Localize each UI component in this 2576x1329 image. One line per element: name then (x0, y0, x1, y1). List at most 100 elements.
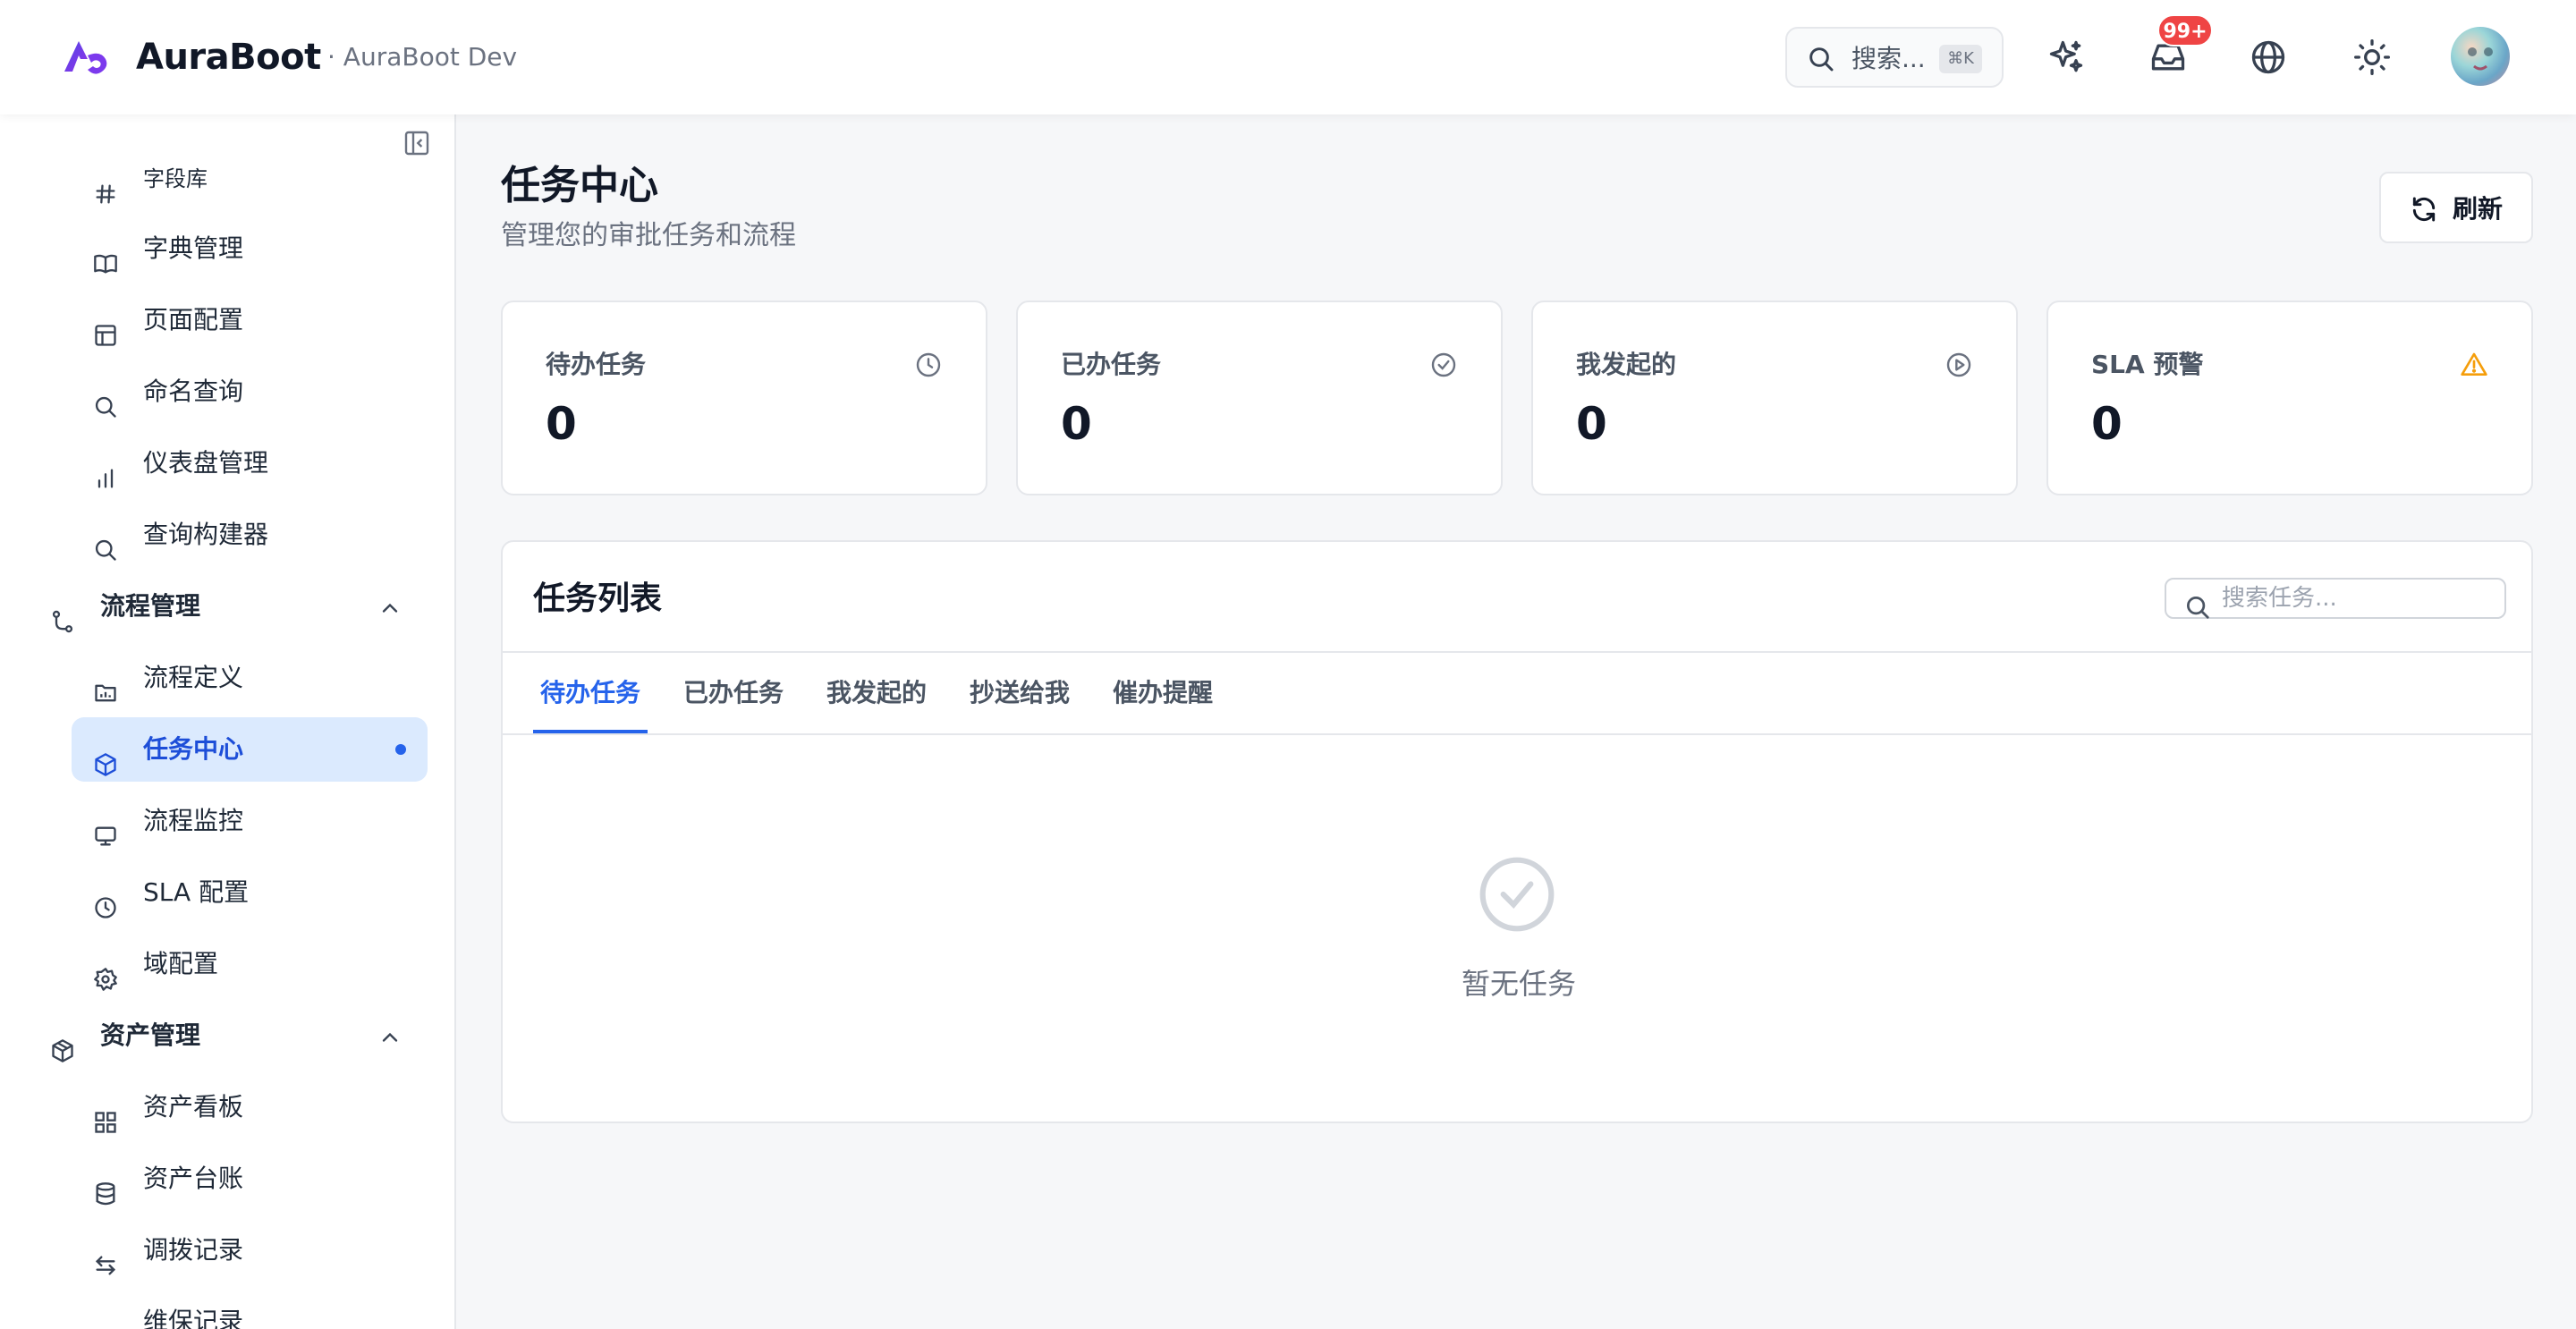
package-icon (50, 1023, 75, 1062)
stat-card-sla-warning[interactable]: SLA 预警 0 (2046, 301, 2533, 495)
stat-value: 0 (1061, 398, 1092, 450)
theme-toggle-button[interactable] (2352, 38, 2392, 77)
tab-pending[interactable]: 待办任务 (533, 653, 648, 733)
cube-icon (93, 737, 118, 776)
sidebar-group-workflow[interactable]: 流程管理 (39, 574, 428, 639)
task-list-panel: 任务列表 待办任务 已办任务 我发起的 抄送给我 催办提醒 暂无任务 (501, 540, 2533, 1123)
gear-icon (93, 952, 118, 991)
language-button[interactable] (2249, 38, 2288, 77)
sidebar-item-maintenance-records[interactable]: 维保记录 (72, 1290, 428, 1329)
brand-name[interactable]: AuraBoot (136, 32, 321, 82)
sidebar-item-label: 仪表盘管理 (143, 448, 269, 478)
sidebar-item-process-monitor[interactable]: 流程监控 (72, 789, 428, 853)
sidebar-item-label: 资产台账 (143, 1164, 244, 1193)
sparkles-icon (2049, 40, 2083, 72)
search-icon (93, 379, 118, 418)
sidebar-item-label: 命名查询 (143, 377, 244, 406)
sidebar-item-label: 资产看板 (143, 1092, 244, 1122)
layout-icon (93, 308, 118, 346)
sidebar-item-sla-config[interactable]: SLA 配置 (72, 860, 428, 925)
stat-value: 0 (1576, 398, 1607, 450)
ai-sparkle-button[interactable] (2046, 38, 2086, 77)
stat-card-completed[interactable]: 已办任务 0 (1016, 301, 1503, 495)
task-search-box (2165, 578, 2506, 619)
sidebar-item-domain-config[interactable]: 域配置 (72, 932, 428, 996)
search-icon (1809, 47, 1834, 72)
wrench-icon (93, 1309, 118, 1329)
sidebar-item-asset-board[interactable]: 资产看板 (72, 1075, 428, 1139)
task-search-input[interactable] (2222, 580, 2490, 617)
sidebar-item-label: 页面配置 (143, 305, 244, 334)
workflow-icon (50, 594, 75, 633)
tab-completed[interactable]: 已办任务 (683, 653, 784, 733)
clock-icon (914, 351, 943, 379)
sidebar-item-label: 维保记录 (143, 1307, 244, 1329)
sidebar-item-label: 字段库 (143, 166, 208, 191)
stat-label: SLA 预警 (2091, 350, 2204, 379)
sidebar-group-asset[interactable]: 资产管理 (39, 1003, 428, 1068)
stat-label: 已办任务 (1061, 350, 1162, 379)
environment-label: · AuraBoot Dev (327, 42, 518, 72)
stat-card-pending[interactable]: 待办任务 0 (501, 301, 987, 495)
search-icon (93, 522, 118, 561)
globe-icon (2251, 40, 2285, 74)
sidebar-item-asset-ledger[interactable]: 资产台账 (72, 1147, 428, 1211)
sidebar-group-label: 资产管理 (100, 1020, 201, 1050)
active-indicator-dot (395, 744, 406, 755)
sidebar-item-query-builder[interactable]: 查询构建器 (72, 503, 428, 567)
tab-label: 待办任务 (540, 678, 641, 707)
tab-label: 我发起的 (826, 678, 928, 707)
refresh-label: 刷新 (2453, 194, 2504, 224)
clock-icon (93, 880, 118, 918)
user-avatar[interactable] (2451, 27, 2510, 86)
sidebar-item-label: 域配置 (143, 949, 219, 978)
empty-state-text: 暂无任务 (1461, 967, 1576, 1001)
sidebar-item-label: SLA 配置 (143, 877, 250, 907)
book-icon (93, 236, 118, 274)
task-list-title: 任务列表 (533, 580, 663, 617)
sidebar-item-label: 调拨记录 (143, 1235, 244, 1265)
stat-value: 0 (2091, 398, 2123, 450)
sidebar-item-field-library[interactable]: 字段库 (72, 147, 428, 211)
global-search-button[interactable]: 搜索... ⌘K (1785, 27, 2004, 88)
search-icon (2187, 597, 2209, 619)
chevron-up-icon (382, 603, 398, 613)
sidebar-item-task-center[interactable]: 任务中心 (72, 717, 428, 782)
stat-card-initiated[interactable]: 我发起的 0 (1531, 301, 2018, 495)
play-circle-icon (1945, 351, 1973, 379)
stat-value: 0 (546, 398, 577, 450)
auraboot-logo-icon[interactable] (61, 36, 111, 77)
panel-divider (503, 651, 2531, 653)
tab-label: 抄送给我 (970, 678, 1071, 707)
empty-check-circle-icon (1479, 857, 1555, 932)
chevron-up-icon (382, 1032, 398, 1042)
sidebar-item-label: 任务中心 (143, 734, 244, 764)
warning-icon (2460, 351, 2488, 379)
sidebar-item-named-query[interactable]: 命名查询 (72, 360, 428, 424)
swap-icon (93, 1238, 118, 1275)
tabs-divider (503, 733, 2531, 735)
page-subtitle: 管理您的审批任务和流程 (501, 220, 796, 251)
refresh-button[interactable]: 刷新 (2379, 172, 2533, 243)
avatar-image (2468, 47, 2493, 71)
monitor-icon (93, 808, 118, 846)
sidebar-group-label: 流程管理 (100, 591, 201, 621)
sidebar-item-dictionary[interactable]: 字典管理 (72, 216, 428, 281)
sidebar-item-label: 流程定义 (143, 663, 244, 692)
stat-label: 待办任务 (546, 350, 647, 379)
sidebar-item-label: 查询构建器 (143, 520, 269, 549)
sidebar-item-label: 字典管理 (143, 233, 244, 263)
tab-reminders[interactable]: 催办提醒 (1113, 653, 1213, 733)
notification-badge: 99+ (2157, 14, 2213, 47)
database-icon (93, 1166, 118, 1206)
sidebar-item-process-definition[interactable]: 流程定义 (72, 646, 428, 710)
sidebar-item-dashboard[interactable]: 仪表盘管理 (72, 431, 428, 495)
hash-icon (93, 166, 118, 204)
sidebar-item-label: 流程监控 (143, 806, 244, 835)
tab-initiated[interactable]: 我发起的 (826, 653, 927, 733)
stat-label: 我发起的 (1576, 350, 1677, 379)
sidebar-item-transfer-records[interactable]: 调拨记录 (72, 1218, 428, 1282)
top-header: AuraBoot · AuraBoot Dev 搜索... ⌘K 99+ (0, 0, 2576, 114)
sidebar-item-page-config[interactable]: 页面配置 (72, 288, 428, 352)
tab-cc-to-me[interactable]: 抄送给我 (970, 653, 1070, 733)
